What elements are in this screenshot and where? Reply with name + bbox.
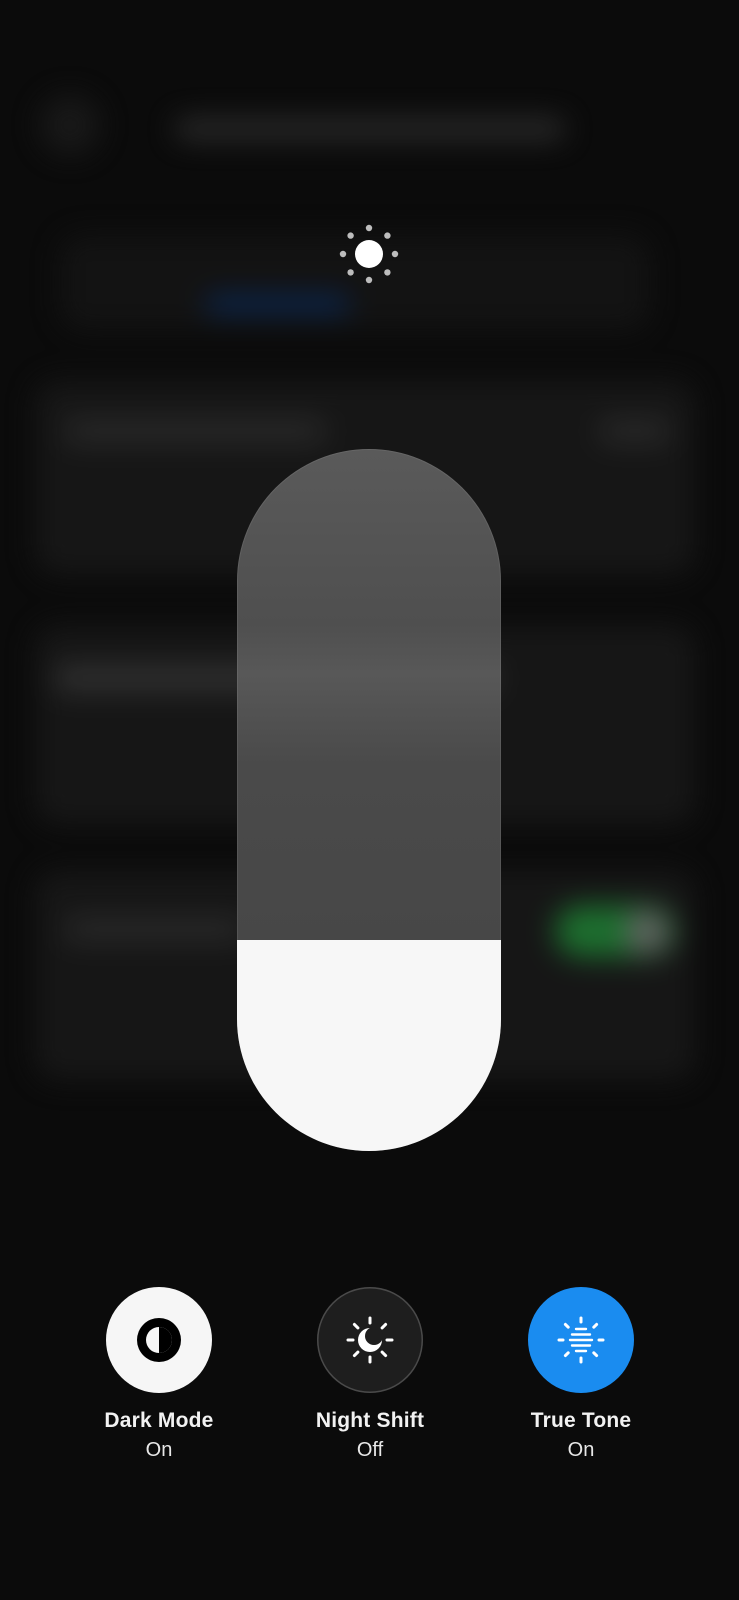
true-tone-button[interactable]	[528, 1287, 634, 1393]
sun-icon	[339, 224, 399, 284]
brightness-slider-fill	[237, 940, 501, 1151]
dark-mode-button[interactable]	[106, 1287, 212, 1393]
brightness-slider[interactable]	[237, 449, 501, 1151]
night-shift-label: Night Shift	[315, 1409, 425, 1432]
display-controls: Dark Mode On Night Shift Off True Tone O…	[0, 1287, 739, 1487]
night-shift-icon	[346, 1316, 394, 1364]
night-shift-control: Night Shift Off	[290, 1287, 450, 1462]
true-tone-state: On	[567, 1439, 595, 1461]
true-tone-icon	[557, 1316, 605, 1364]
dark-mode-control: Dark Mode On	[79, 1287, 239, 1462]
dark-mode-label: Dark Mode	[104, 1409, 214, 1432]
true-tone-label: True Tone	[530, 1409, 632, 1432]
dark-mode-icon	[137, 1318, 181, 1362]
night-shift-state: Off	[356, 1439, 384, 1461]
night-shift-button[interactable]	[317, 1287, 423, 1393]
dark-mode-state: On	[145, 1439, 173, 1461]
true-tone-control: True Tone On	[501, 1287, 661, 1462]
brightness-control-screen: Dark Mode On Night Shift Off True Tone O…	[0, 0, 739, 1600]
